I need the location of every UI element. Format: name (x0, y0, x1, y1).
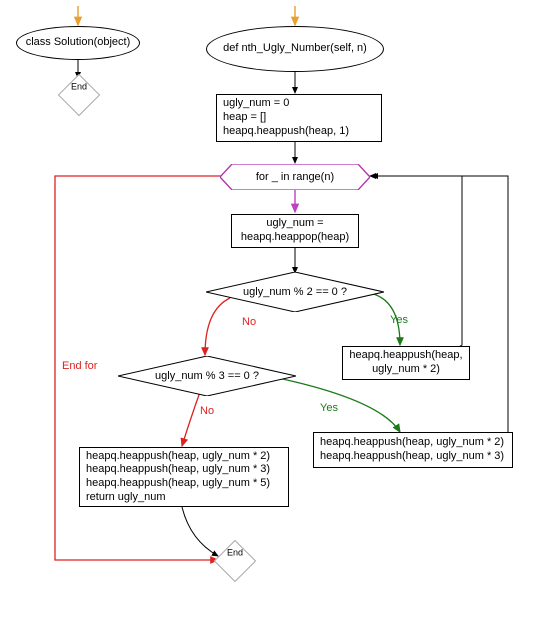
pop-block-node: ugly_num = heapq.heappop(heap) (231, 214, 359, 248)
push235-block-node: heapq.heappush(heap, ugly_num * 2) heapq… (79, 447, 289, 507)
init-block-node: ugly_num = 0 heap = [] heapq.heappush(he… (216, 94, 382, 142)
class-def-node: class Solution(object) (16, 26, 140, 60)
pop-block-text: ugly_num = heapq.heappop(heap) (238, 217, 352, 245)
edge-label-endfor: End for (62, 360, 97, 372)
edge-label-d2-no: No (242, 316, 256, 328)
end-left-node: End (64, 80, 94, 110)
decision-mod2-text: ugly_num % 2 == 0 ? (243, 286, 347, 298)
decision-mod3-text: ugly_num % 3 == 0 ? (155, 370, 259, 382)
edge-label-d3-yes: Yes (320, 402, 338, 414)
func-def-text: def nth_Ugly_Number(self, n) (223, 42, 367, 56)
push23-block-node: heapq.heappush(heap, ugly_num * 2) heapq… (313, 432, 513, 468)
decision-mod2-node: ugly_num % 2 == 0 ? (206, 272, 384, 312)
init-block-text: ugly_num = 0 heap = [] heapq.heappush(he… (223, 97, 349, 138)
edge-label-d3-no: No (200, 405, 214, 417)
end-main-node: End (220, 546, 250, 576)
push23-block-text: heapq.heappush(heap, ugly_num * 2) heapq… (320, 436, 504, 464)
loop-header-text: for _ in range(n) (256, 171, 334, 183)
end-left-label: End (71, 79, 87, 95)
push2-block-text: heapq.heappush(heap, ugly_num * 2) (349, 349, 463, 377)
class-def-text: class Solution(object) (26, 36, 131, 50)
push2-block-node: heapq.heappush(heap, ugly_num * 2) (342, 346, 470, 380)
loop-header-node: for _ in range(n) (220, 164, 370, 190)
push235-block-text: heapq.heappush(heap, ugly_num * 2) heapq… (86, 450, 270, 505)
decision-mod3-node: ugly_num % 3 == 0 ? (118, 356, 296, 396)
func-def-node: def nth_Ugly_Number(self, n) (206, 26, 384, 72)
end-main-label: End (227, 545, 243, 561)
edge-label-d2-yes: Yes (390, 314, 408, 326)
